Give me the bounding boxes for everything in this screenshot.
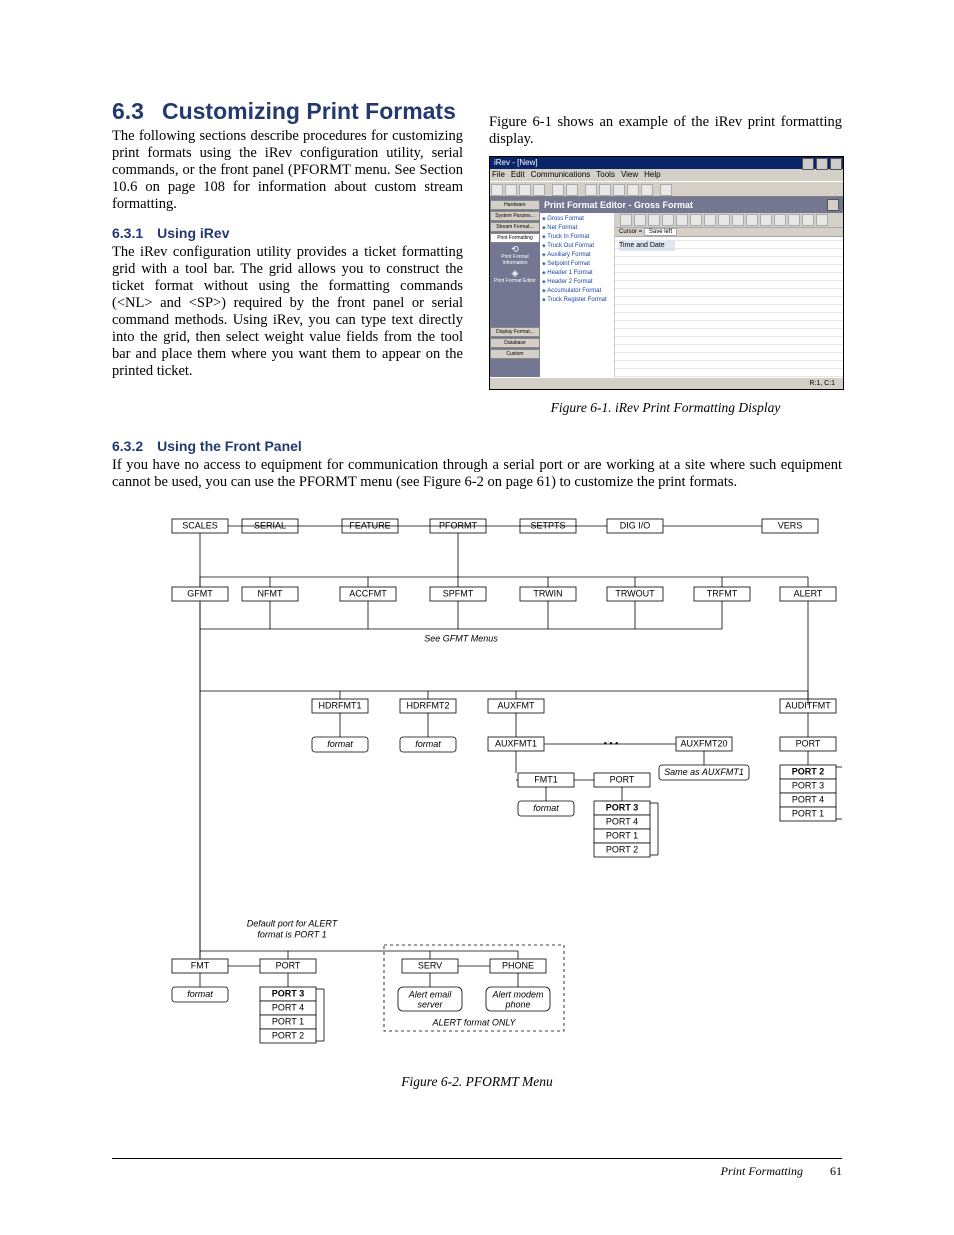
- section-intro: The following sections describe procedur…: [112, 128, 463, 213]
- svg-text:PORT: PORT: [276, 960, 301, 970]
- svg-text:PORT: PORT: [796, 738, 821, 748]
- footer-rule: [112, 1158, 842, 1159]
- right-intro: Figure 6-1 shows an example of the iRev …: [489, 114, 842, 148]
- irev-panel-title: Print Format Editor - Gross Format: [540, 197, 843, 213]
- svg-text:NFMT: NFMT: [258, 588, 283, 598]
- svg-text:PORT 2: PORT 2: [792, 766, 825, 776]
- section-title: Customizing Print Formats: [162, 98, 456, 125]
- irev-window-titlebar: iRev - [New]: [490, 157, 843, 169]
- svg-text:PHONE: PHONE: [502, 960, 534, 970]
- irev-grid-toolbar: Scale 1: [615, 213, 843, 228]
- svg-text:Default port for ALERT: Default port for ALERT: [247, 918, 339, 928]
- svg-text:ALERT: ALERT: [794, 588, 823, 598]
- svg-text:format: format: [187, 989, 213, 999]
- svg-text:AUXFMT1: AUXFMT1: [495, 738, 537, 748]
- svg-text:Alert email: Alert email: [408, 989, 453, 999]
- svg-text:PORT 3: PORT 3: [606, 802, 639, 812]
- svg-text:TRWOUT: TRWOUT: [615, 588, 655, 598]
- svg-text:SERV: SERV: [418, 960, 442, 970]
- svg-text:ALERT format ONLY: ALERT format ONLY: [431, 1017, 516, 1027]
- subsection-1-body: The iRev configuration utility provides …: [112, 244, 463, 380]
- svg-text:HDRFMT1: HDRFMT1: [319, 700, 362, 710]
- svg-text:GFMT: GFMT: [187, 588, 213, 598]
- svg-text:SERIAL: SERIAL: [254, 520, 286, 530]
- svg-text:format: format: [415, 739, 441, 749]
- irev-format-list: Gross Format Net Format Truck In Format …: [540, 213, 615, 377]
- section-number: 6.3: [112, 98, 144, 125]
- svg-text:PFORMT: PFORMT: [439, 520, 477, 530]
- figure-1-caption: Figure 6-1. iRev Print Formatting Displa…: [489, 400, 842, 416]
- svg-text:PORT 1: PORT 1: [606, 830, 638, 840]
- page-content: 6.3 Customizing Print Formats The follow…: [112, 98, 842, 1090]
- svg-text:SETPTS: SETPTS: [530, 520, 565, 530]
- svg-text:VERS: VERS: [778, 520, 803, 530]
- svg-text:PORT 4: PORT 4: [792, 794, 824, 804]
- irev-screenshot: iRev - [New] FileEditCommunicationsTools…: [489, 156, 844, 390]
- footer-page-number: 61: [830, 1164, 842, 1178]
- svg-text:TRWIN: TRWIN: [533, 588, 562, 598]
- svg-text:PORT 4: PORT 4: [606, 816, 638, 826]
- subsection-2-body: If you have no access to equipment for c…: [112, 457, 842, 491]
- svg-text:format: format: [533, 803, 559, 813]
- svg-text:PORT 3: PORT 3: [792, 780, 824, 790]
- figure-2-caption: Figure 6-2. PFORMT Menu: [112, 1074, 842, 1090]
- footer-section: Print Formatting: [721, 1164, 803, 1178]
- svg-text:AUXFMT20: AUXFMT20: [680, 738, 727, 748]
- svg-text:ACCFMT: ACCFMT: [349, 588, 387, 598]
- irev-grid: Time and Date: [615, 237, 843, 377]
- svg-text:PORT 2: PORT 2: [606, 844, 638, 854]
- svg-text:TRFMT: TRFMT: [707, 588, 738, 598]
- irev-sidebar: Hardware System Params... Stream Format.…: [490, 197, 540, 377]
- svg-text:See GFMT Menus: See GFMT Menus: [424, 633, 498, 643]
- svg-text:PORT 1: PORT 1: [792, 808, 824, 818]
- svg-text:SPFMT: SPFMT: [443, 588, 474, 598]
- svg-text:DIG I/O: DIG I/O: [620, 520, 651, 530]
- svg-text:HDRFMT2: HDRFMT2: [407, 700, 450, 710]
- subsection-2-heading: 6.3.2Using the Front Panel: [112, 438, 465, 454]
- svg-text:PORT 2: PORT 2: [272, 1030, 304, 1040]
- right-column: Figure 6-1 shows an example of the iRev …: [489, 98, 842, 416]
- svg-text:PORT 3: PORT 3: [272, 988, 305, 998]
- svg-text:AUXFMT: AUXFMT: [498, 700, 536, 710]
- irev-statusbar: R:1, C:1: [490, 377, 843, 390]
- svg-text:phone: phone: [504, 999, 530, 1009]
- svg-text:PORT: PORT: [610, 774, 635, 784]
- svg-text:FEATURE: FEATURE: [349, 520, 390, 530]
- footer: Print Formatting 61: [721, 1164, 842, 1179]
- svg-text:• • •: • • •: [604, 738, 618, 748]
- svg-text:FMT: FMT: [191, 960, 210, 970]
- svg-text:FMT1: FMT1: [534, 774, 558, 784]
- svg-text:PORT 1: PORT 1: [272, 1016, 304, 1026]
- two-column-top: 6.3 Customizing Print Formats The follow…: [112, 98, 842, 416]
- irev-menubar: FileEditCommunicationsToolsViewHelp: [490, 169, 843, 181]
- svg-text:PORT 4: PORT 4: [272, 1002, 304, 1012]
- svg-text:SCALES: SCALES: [182, 520, 218, 530]
- pformt-menu-diagram: SCALES SERIAL FEATURE PFORMT SETPTS DIG I/O VE…: [112, 509, 842, 1090]
- svg-text:format is PORT 1: format is PORT 1: [257, 929, 326, 939]
- subsection-1-heading: 6.3.1Using iRev: [112, 225, 463, 241]
- svg-text:format: format: [327, 739, 353, 749]
- svg-text:Same as AUXFMT1: Same as AUXFMT1: [664, 767, 744, 777]
- svg-text:server: server: [417, 999, 443, 1009]
- left-column: 6.3 Customizing Print Formats The follow…: [112, 98, 463, 380]
- irev-toolbar: [490, 181, 843, 197]
- svg-text:Alert modem: Alert modem: [491, 989, 544, 999]
